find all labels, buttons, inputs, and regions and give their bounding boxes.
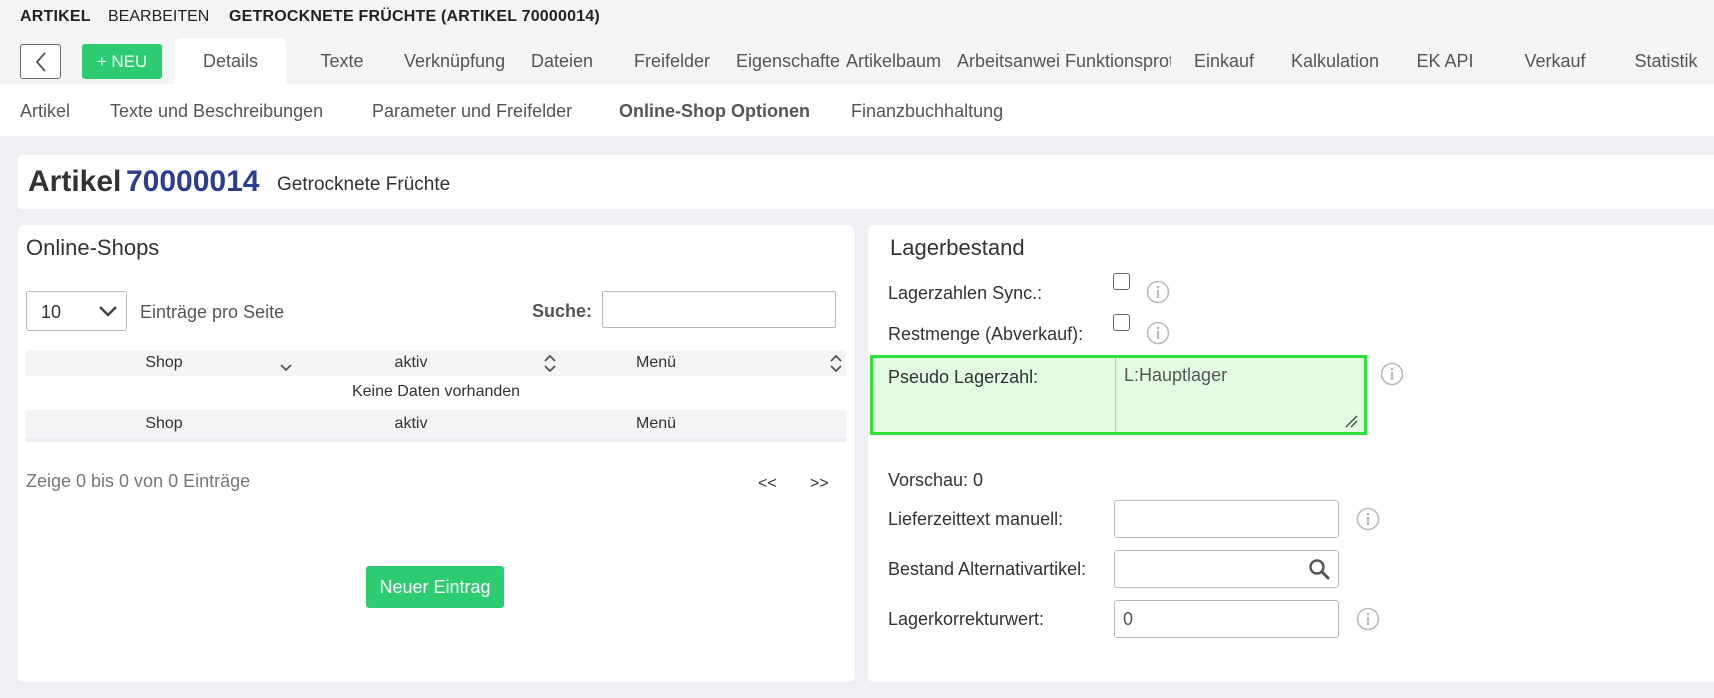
sort-icon[interactable] bbox=[544, 355, 556, 372]
lagerbestand-title: Lagerbestand bbox=[890, 235, 1025, 260]
divider bbox=[1115, 358, 1116, 432]
sub-tab-bar: Artikel Texte und Beschreibungen Paramet… bbox=[0, 84, 1714, 136]
chevron-down-icon bbox=[99, 306, 117, 317]
article-header: Artikel 70000014 Getrocknete Früchte bbox=[18, 155, 1714, 209]
column-header-menue[interactable]: Menü bbox=[606, 354, 706, 372]
search-input[interactable] bbox=[602, 291, 836, 328]
info-icon[interactable] bbox=[1380, 362, 1404, 386]
restmenge-label: Restmenge (Abverkauf): bbox=[888, 324, 1084, 344]
table-header-row: Shop aktiv Menü bbox=[26, 350, 846, 376]
table-info: Zeige 0 bis 0 von 0 Einträge bbox=[26, 471, 251, 491]
column-footer-shop: Shop bbox=[145, 415, 183, 432]
tab-einkauf[interactable]: Einkauf bbox=[1190, 38, 1258, 84]
search-icon[interactable] bbox=[1308, 558, 1330, 580]
table-footer-row: Shop aktiv Menü bbox=[26, 410, 846, 438]
preview-text: Vorschau: 0 bbox=[888, 470, 984, 490]
info-icon[interactable] bbox=[1356, 507, 1380, 531]
restmenge-checkbox[interactable] bbox=[1113, 314, 1130, 331]
pseudo-lagerzahl-row: Pseudo Lagerzahl: L:Hauptlager bbox=[870, 355, 1367, 435]
subtab-artikel[interactable]: Artikel bbox=[20, 101, 70, 122]
tab-ek-api[interactable]: EK API bbox=[1410, 38, 1480, 84]
tab-statistik[interactable]: Statistik bbox=[1626, 38, 1706, 84]
lagerzahlen-sync-label: Lagerzahlen Sync.: bbox=[888, 283, 1043, 303]
pseudo-lagerzahl-label: Pseudo Lagerzahl: bbox=[888, 367, 1039, 387]
pseudo-lagerzahl-textarea[interactable]: L:Hauptlager bbox=[1124, 365, 1227, 386]
tab-dateien[interactable]: Dateien bbox=[526, 38, 598, 84]
breadcrumb-action: BEARBEITEN bbox=[108, 8, 210, 25]
column-footer-aktiv: aktiv bbox=[394, 415, 428, 432]
resize-handle-icon[interactable] bbox=[1344, 414, 1358, 428]
prev-page-button[interactable]: << bbox=[758, 475, 777, 493]
lieferzeittext-label: Lieferzeittext manuell: bbox=[888, 509, 1064, 529]
sort-desc-icon[interactable] bbox=[280, 364, 292, 372]
lagerkorrekturwert-input[interactable]: 0 bbox=[1114, 600, 1339, 638]
bestand-alternativartikel-label: Bestand Alternativartikel: bbox=[888, 559, 1087, 579]
article-label: Artikel bbox=[28, 165, 122, 198]
subtab-finanzbuchhaltung[interactable]: Finanzbuchhaltung bbox=[851, 101, 1003, 122]
next-page-button[interactable]: >> bbox=[810, 475, 829, 493]
search-label: Suche: bbox=[532, 301, 593, 321]
info-icon[interactable] bbox=[1356, 607, 1380, 631]
lagerbestand-panel: Lagerbestand Lagerzahlen Sync.: Restmeng… bbox=[868, 225, 1714, 682]
sort-icon[interactable] bbox=[830, 355, 842, 372]
empty-message: Keine Daten vorhanden bbox=[351, 383, 521, 400]
column-header-aktiv[interactable]: aktiv bbox=[361, 354, 461, 372]
page-title: GETROCKNETE FRÜCHTE (ARTIKEL 70000014) bbox=[229, 8, 600, 25]
tab-funktionsprotokoll[interactable]: Funktionsprotokoll bbox=[1065, 38, 1171, 84]
lagerkorrekturwert-label: Lagerkorrekturwert: bbox=[888, 609, 1045, 629]
tab-artikelbaum[interactable]: Artikelbaum bbox=[846, 38, 950, 84]
subtab-online-shop-optionen[interactable]: Online-Shop Optionen bbox=[619, 101, 810, 122]
page-size-value: 10 bbox=[41, 302, 62, 322]
tab-texte[interactable]: Texte bbox=[302, 38, 382, 84]
chevron-left-icon bbox=[35, 51, 46, 72]
tab-arbeitsanweisungen[interactable]: Arbeitsanweisungen bbox=[957, 38, 1061, 84]
table-bottom-border bbox=[26, 438, 846, 442]
online-shops-panel: Online-Shops 10 Einträge pro Seite Suche… bbox=[18, 225, 854, 682]
tab-verkauf[interactable]: Verkauf bbox=[1516, 38, 1594, 84]
info-icon[interactable] bbox=[1146, 280, 1170, 304]
info-icon[interactable] bbox=[1146, 321, 1170, 345]
tab-details[interactable]: Details bbox=[175, 38, 286, 84]
article-number: 70000014 bbox=[126, 165, 260, 198]
tab-verknuepfung[interactable]: Verknüpfung bbox=[404, 38, 508, 84]
page-size-label: Einträge pro Seite bbox=[140, 302, 285, 322]
tab-freifelder[interactable]: Freifelder bbox=[626, 38, 718, 84]
tab-kalkulation[interactable]: Kalkulation bbox=[1284, 38, 1386, 84]
table-empty-row: Keine Daten vorhanden bbox=[26, 379, 846, 405]
tab-eigenschaften[interactable]: Eigenschaften bbox=[736, 38, 839, 84]
title-bar: ARTIKEL BEARBEITEN GETROCKNETE FRÜCHTE (… bbox=[0, 0, 1714, 34]
main-tab-bar: + NEU Details Texte Verknüpfung Dateien … bbox=[0, 34, 1714, 84]
bestand-alternativartikel-input[interactable] bbox=[1114, 550, 1339, 588]
article-name: Getrocknete Früchte bbox=[277, 174, 451, 195]
new-button[interactable]: + NEU bbox=[82, 44, 162, 79]
column-footer-menue: Menü bbox=[635, 415, 677, 432]
new-entry-button[interactable]: Neuer Eintrag bbox=[366, 566, 504, 608]
column-header-shop[interactable]: Shop bbox=[114, 354, 214, 372]
lagerzahlen-sync-checkbox[interactable] bbox=[1113, 273, 1130, 290]
lieferzeittext-input[interactable] bbox=[1114, 500, 1339, 538]
subtab-parameter-freifelder[interactable]: Parameter und Freifelder bbox=[372, 101, 572, 122]
online-shops-title: Online-Shops bbox=[26, 235, 160, 260]
breadcrumb-section: ARTIKEL bbox=[20, 8, 91, 25]
subtab-texte-beschreibungen[interactable]: Texte und Beschreibungen bbox=[110, 101, 323, 122]
page-size-select[interactable]: 10 bbox=[26, 291, 127, 331]
back-button[interactable] bbox=[20, 44, 61, 79]
